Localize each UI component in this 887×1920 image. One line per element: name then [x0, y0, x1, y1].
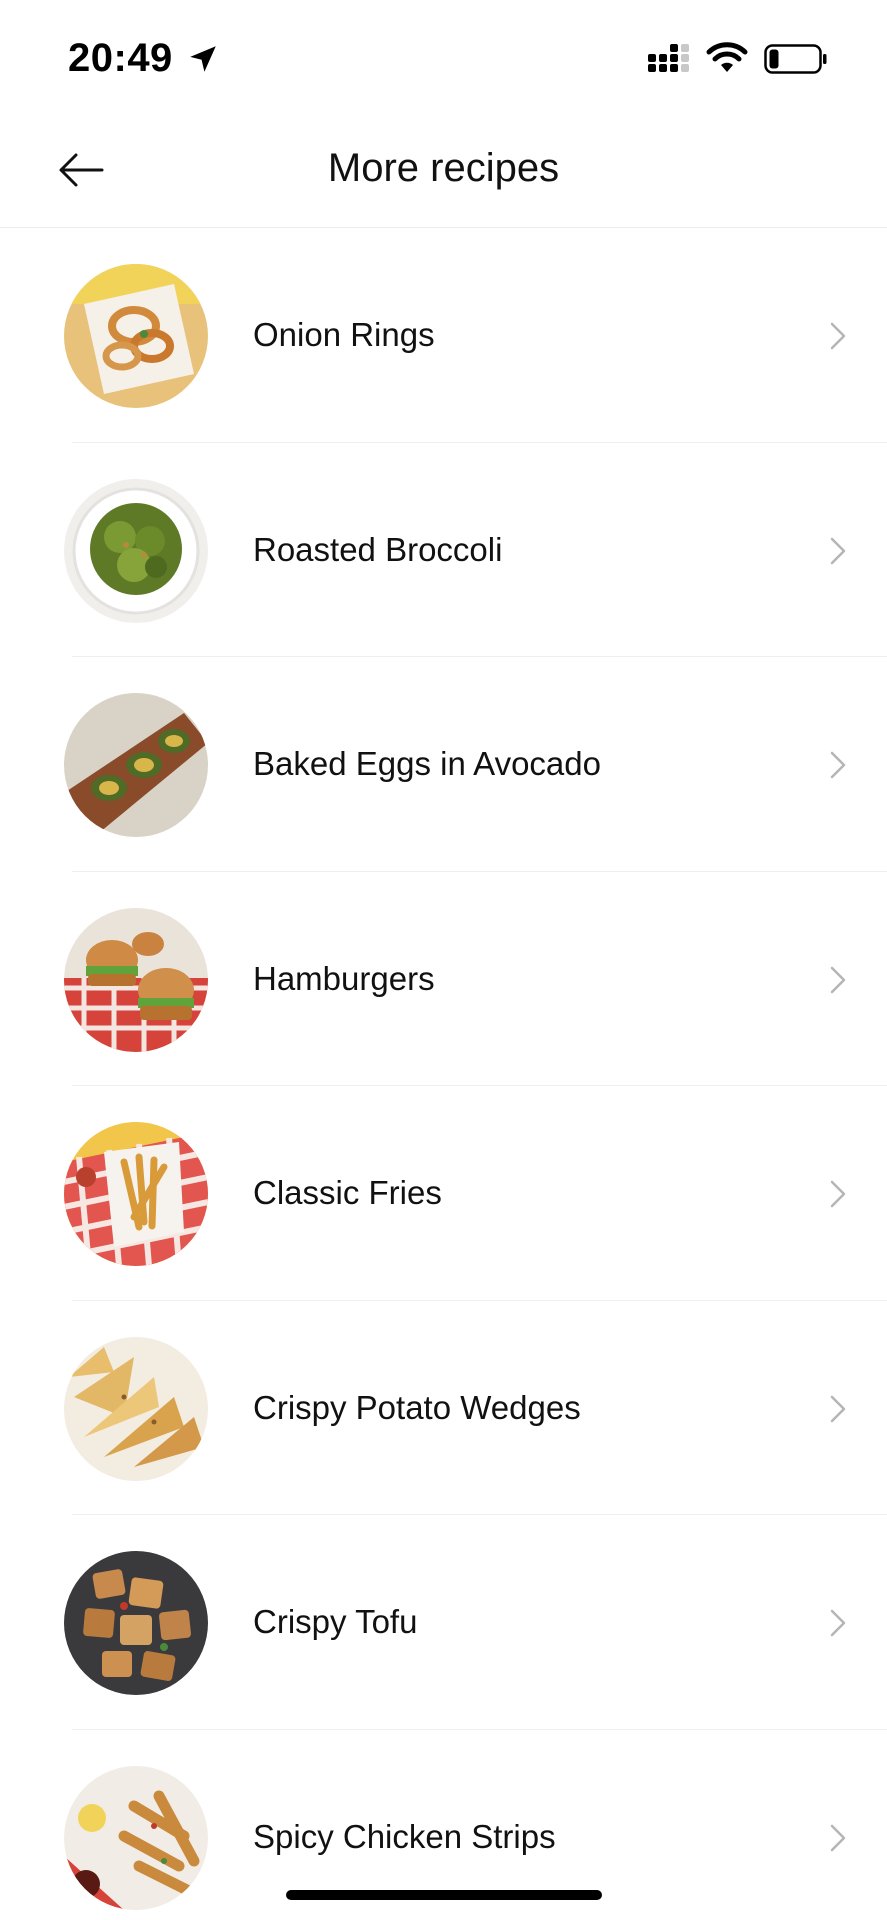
chevron-right-icon [830, 1609, 846, 1637]
status-time: 20:49 [68, 36, 173, 80]
recipe-name: Crispy Potato Wedges [253, 1388, 581, 1426]
recipe-row-roasted-broccoli[interactable]: Roasted Broccoli [0, 443, 887, 657]
chevron-right-icon [830, 322, 846, 350]
cellular-signal-icon [648, 44, 689, 72]
status-bar: 20:49 [0, 0, 887, 110]
recipe-name: Onion Rings [253, 316, 435, 353]
chevron-right-icon [830, 1395, 846, 1422]
recipe-list: Onion Rings Roasted Broccoli Baked Eggs … [0, 228, 887, 1920]
recipe-row-onion-rings[interactable]: Onion Rings [0, 228, 887, 443]
hamburgers-thumbnail [64, 907, 208, 1052]
recipe-name: Baked Eggs in Avocado [253, 745, 601, 782]
wifi-icon [706, 42, 748, 72]
recipe-name: Spicy Chicken Strips [253, 1817, 556, 1855]
chevron-right-icon [830, 751, 846, 779]
roasted-broccoli-thumbnail [64, 478, 208, 623]
page-title: More recipes [327, 146, 560, 190]
recipe-row-classic-fries[interactable]: Classic Fries [0, 1086, 887, 1301]
classic-fries-thumbnail [64, 1122, 208, 1266]
chicken-strips-thumbnail [64, 1765, 208, 1910]
chevron-right-icon [830, 1180, 846, 1208]
recipe-row-crispy-tofu[interactable]: Crispy Tofu [0, 1515, 887, 1730]
nav-bar: More recipes [0, 110, 887, 228]
home-indicator[interactable] [286, 1890, 602, 1900]
recipe-name: Hamburgers [253, 959, 435, 997]
chevron-right-icon [830, 537, 846, 564]
potato-wedges-thumbnail [64, 1336, 208, 1481]
recipe-row-potato-wedges[interactable]: Crispy Potato Wedges [0, 1301, 887, 1515]
chevron-right-icon [830, 966, 846, 993]
recipe-name: Classic Fries [253, 1174, 442, 1211]
recipe-row-baked-eggs-avocado[interactable]: Baked Eggs in Avocado [0, 657, 887, 872]
location-arrow-icon [190, 46, 216, 72]
onion-rings-thumbnail [64, 264, 208, 408]
recipes-screen: 20:49 More recipes Onion Rings Roasted B… [0, 0, 887, 1920]
recipe-name: Crispy Tofu [253, 1603, 418, 1640]
recipe-row-hamburgers[interactable]: Hamburgers [0, 872, 887, 1086]
recipe-name: Roasted Broccoli [253, 530, 503, 568]
crispy-tofu-thumbnail [64, 1551, 208, 1695]
chevron-right-icon [830, 1824, 846, 1851]
battery-icon [764, 44, 827, 74]
baked-eggs-avocado-thumbnail [64, 693, 208, 837]
